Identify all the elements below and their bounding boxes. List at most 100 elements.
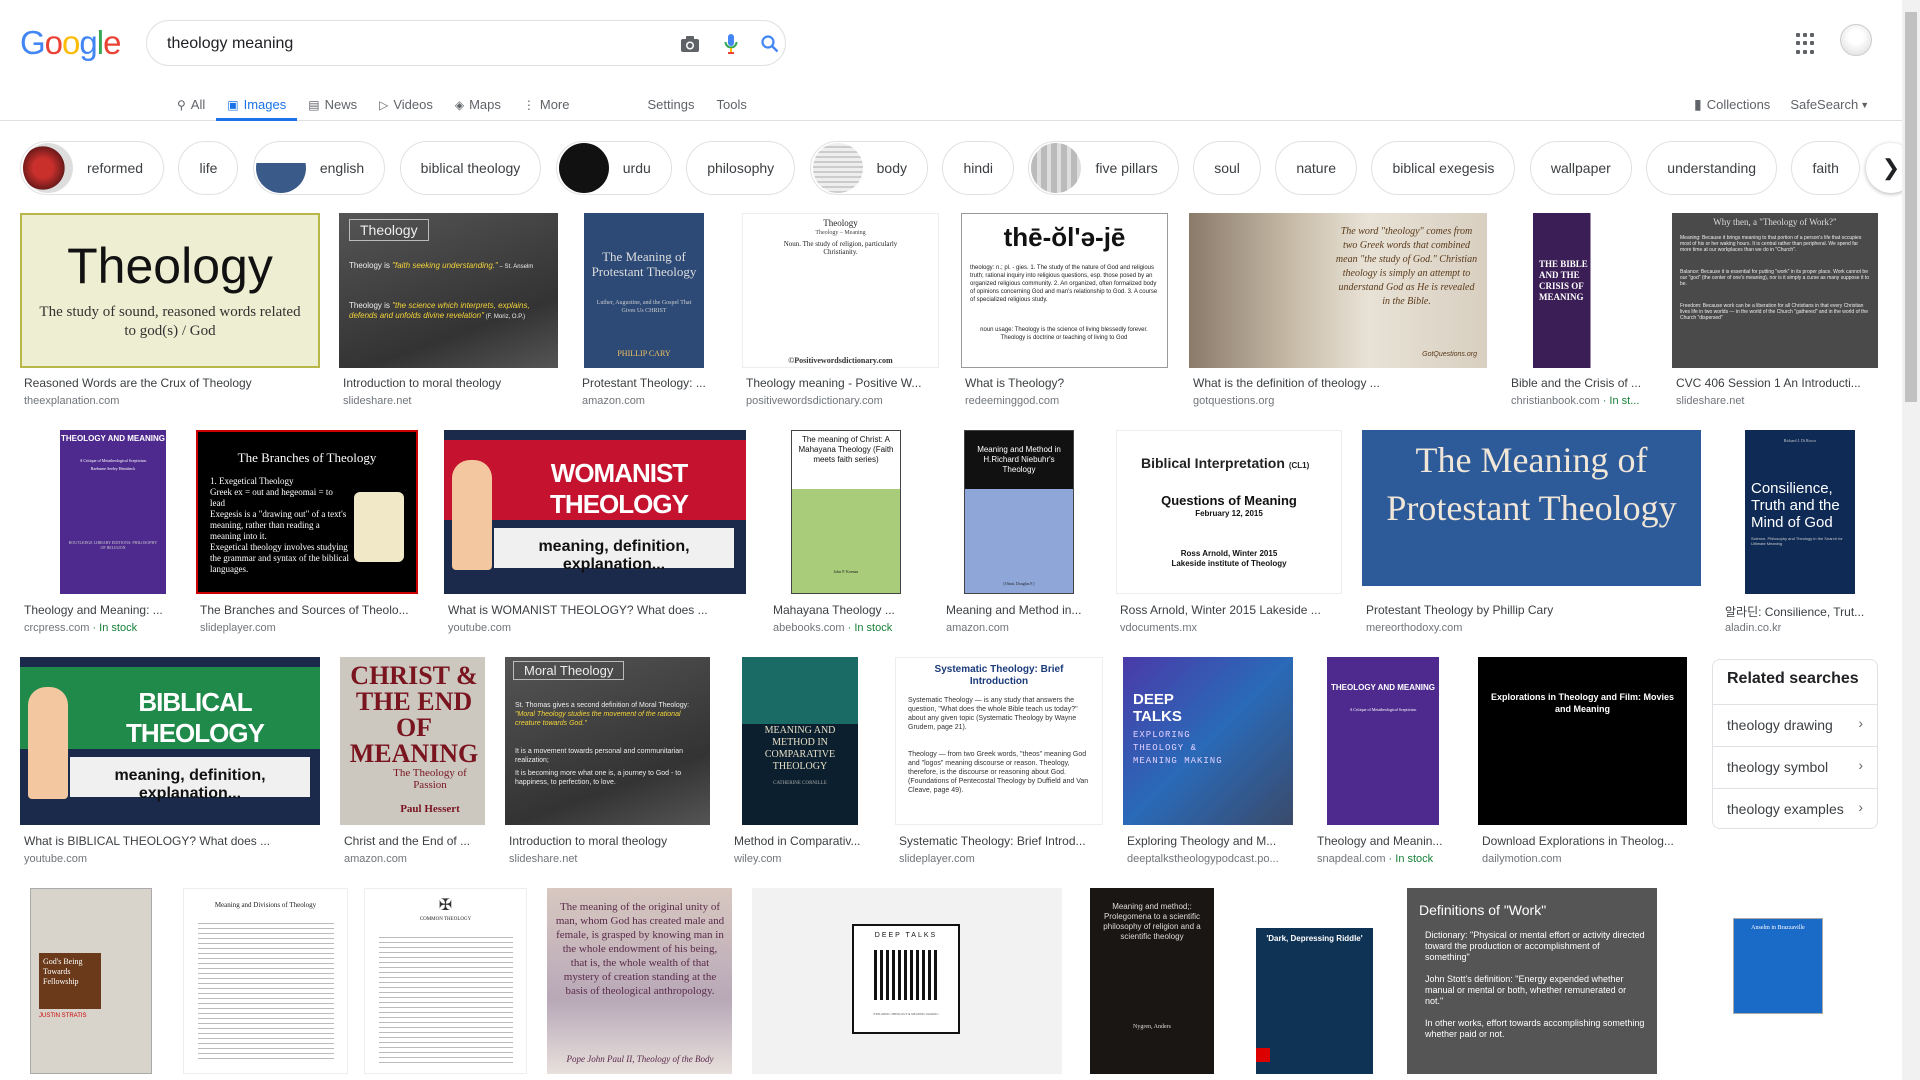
- image-result[interactable]: God's Being Towards Fellowship JUSTIN ST…: [20, 888, 163, 1074]
- chip-biblical-exegesis[interactable]: biblical exegesis: [1371, 141, 1516, 195]
- chip-faith[interactable]: faith: [1791, 141, 1860, 195]
- result-caption: Exploring Theology and M...: [1127, 834, 1277, 848]
- image-result[interactable]: The Branches of Theology 1. Exegetical T…: [196, 430, 418, 638]
- image-result[interactable]: Anselm in Brazzaville: [1677, 888, 1878, 1074]
- image-result[interactable]: THEOLOGY AND MEANING A Critique of Metat…: [20, 430, 177, 638]
- google-logo[interactable]: Google: [20, 24, 121, 62]
- image-result[interactable]: Theology The study of sound, reasoned wo…: [20, 213, 320, 413]
- chip-five-pillars[interactable]: five pillars: [1028, 141, 1179, 195]
- tab-all[interactable]: ⚲ All: [166, 88, 216, 121]
- result-source: crcpress.com · In stock: [24, 622, 177, 634]
- chip-life[interactable]: life: [178, 141, 239, 195]
- apps-grid-icon[interactable]: [1796, 33, 1818, 55]
- result-thumbnail: Theology The study of sound, reasoned wo…: [20, 213, 320, 368]
- image-result[interactable]: Meaning and Method in H.Richard Niebuhr'…: [942, 430, 1096, 638]
- tab-images[interactable]: ▣ Images: [216, 88, 298, 121]
- related-item[interactable]: theology examples ›: [1713, 788, 1877, 828]
- image-result[interactable]: ✠ COMMON THEOLOGY: [364, 888, 527, 1074]
- image-result[interactable]: The Meaning of Protestant Theology Prote…: [1362, 430, 1701, 638]
- image-result[interactable]: Why then, a "Theology of Work?" Meaning:…: [1672, 213, 1878, 413]
- scrollbar[interactable]: [1902, 0, 1920, 1080]
- chip-wallpaper[interactable]: wallpaper: [1529, 141, 1632, 195]
- result-caption: Meaning and Method in...: [946, 603, 1082, 617]
- image-result[interactable]: Systematic Theology: Brief Introduction …: [895, 657, 1103, 867]
- result-caption: What is Theology?: [965, 376, 1065, 390]
- tab-maps[interactable]: ◈ Maps: [444, 88, 512, 121]
- microphone-icon[interactable]: [719, 32, 743, 56]
- image-result[interactable]: thē-ŏl'ə-jē theology: n.; pl. - gies. 1.…: [961, 213, 1168, 413]
- result-source: amazon.com: [582, 395, 645, 407]
- tab-videos[interactable]: ▷ Videos: [368, 88, 444, 121]
- chip-reformed[interactable]: reformed: [20, 141, 165, 195]
- thumbnail-title: The meaning of Christ: A Mahayana Theolo…: [792, 431, 900, 489]
- chip-label: nature: [1296, 160, 1337, 176]
- search-input[interactable]: [167, 33, 637, 55]
- image-result[interactable]: Explorations in Theology and Film: Movie…: [1478, 657, 1687, 867]
- chip-philosophy[interactable]: philosophy: [686, 141, 796, 195]
- related-item[interactable]: theology drawing ›: [1713, 704, 1877, 744]
- scrollbar-thumb[interactable]: [1905, 12, 1917, 402]
- chip-thumbnail: [23, 143, 73, 193]
- image-result[interactable]: DEEP TALKS EXPLORING THEOLOGY & MEANING …: [752, 888, 1062, 1074]
- image-result[interactable]: BIBLICAL THEOLOGY meaning, definition, e…: [20, 657, 320, 867]
- chip-soul[interactable]: soul: [1193, 141, 1261, 195]
- result-source: slideplayer.com: [200, 622, 276, 634]
- tools-link[interactable]: Tools: [705, 88, 757, 121]
- news-icon: ▤: [308, 97, 320, 112]
- result-source: slideplayer.com: [899, 853, 975, 865]
- chip-understanding[interactable]: understanding: [1646, 141, 1778, 195]
- thumbnail-title: Meaning and Divisions of Theology: [214, 901, 317, 909]
- image-result[interactable]: MEANING AND METHOD IN COMPARATIVE THEOLO…: [730, 657, 865, 867]
- book-cover: 'Dark, Depressing Riddle': [1256, 888, 1373, 1074]
- result-caption: Ross Arnold, Winter 2015 Lakeside ...: [1120, 603, 1321, 617]
- image-result[interactable]: CHRIST & THE END OF MEANING The Theology…: [340, 657, 485, 867]
- tab-news[interactable]: ▤ News: [297, 88, 368, 121]
- collections-link[interactable]: ▮ Collections: [1684, 88, 1780, 121]
- image-result[interactable]: Moral Theology St. Thomas gives a second…: [505, 657, 710, 867]
- result-thumbnail: THEOLOGY AND MEANING A Critique of Metat…: [20, 430, 177, 594]
- image-result[interactable]: Theology Theology is "faith seeking unde…: [339, 213, 558, 413]
- safesearch-dropdown[interactable]: SafeSearch ▼: [1780, 88, 1879, 121]
- map-icon: ◈: [454, 97, 465, 112]
- image-result[interactable]: THEOLOGY AND MEANING A Critique of Metat…: [1313, 657, 1458, 867]
- chip-english[interactable]: english: [252, 141, 386, 195]
- chip-label: english: [319, 160, 365, 176]
- image-result[interactable]: The meaning of the original unity of man…: [547, 888, 732, 1074]
- result-source: gotquestions.org: [1193, 395, 1275, 407]
- image-result[interactable]: THE BIBLE AND THE CRISIS OF MEANING Bibl…: [1507, 213, 1653, 413]
- thumbnail-title: DEEP TALKS: [1133, 691, 1182, 725]
- image-result[interactable]: 'Dark, Depressing Riddle': [1242, 888, 1387, 1074]
- image-result[interactable]: The Meaning of Protestant Theology Luthe…: [578, 213, 722, 413]
- chip-urdu[interactable]: urdu: [555, 141, 672, 195]
- avatar[interactable]: [1840, 24, 1872, 56]
- result-source: amazon.com: [946, 622, 1009, 634]
- image-result[interactable]: The word "theology" comes from two Greek…: [1189, 213, 1487, 413]
- tab-more[interactable]: ⋮ More: [512, 88, 581, 121]
- result-thumbnail: WOMANIST THEOLOGY meaning, definition, e…: [444, 430, 746, 594]
- image-result[interactable]: Meaning and Divisions of Theology: [183, 888, 348, 1074]
- image-result[interactable]: DEEP TALKS EXPLORING THEOLOGY & MEANING …: [1123, 657, 1293, 867]
- image-result[interactable]: Biblical Interpretation (CL1) Questions …: [1116, 430, 1342, 638]
- thumbnail-title: DEEP TALKS: [874, 932, 938, 939]
- result-caption: Systematic Theology: Brief Introd...: [899, 834, 1086, 848]
- camera-icon[interactable]: [678, 32, 702, 56]
- chip-nature[interactable]: nature: [1275, 141, 1358, 195]
- thumbnail-bullet: In other works, effort towards accomplis…: [1425, 1018, 1645, 1039]
- related-item[interactable]: theology symbol ›: [1713, 746, 1877, 786]
- search-icon[interactable]: [758, 32, 782, 56]
- chip-hindi[interactable]: hindi: [942, 141, 1015, 195]
- image-result[interactable]: Richard J. Di Rocco Consilience, Truth a…: [1721, 430, 1878, 638]
- tab-label: Videos: [393, 97, 433, 112]
- thumbnail-bullet: Dictionary: "Physical or mental effort o…: [1425, 930, 1645, 962]
- more-vert-icon: ⋮: [522, 97, 535, 112]
- chip-body[interactable]: body: [809, 141, 928, 195]
- image-result[interactable]: Definitions of "Work" Dictionary: "Physi…: [1407, 888, 1657, 1074]
- image-result[interactable]: Theology Theology – Meaning Noun. The st…: [742, 213, 939, 413]
- thumbnail-author: Nygren, Anders: [1133, 1024, 1171, 1030]
- result-caption: Bible and the Crisis of ...: [1511, 376, 1642, 390]
- image-result[interactable]: Meaning and method;: Prolegomena to a sc…: [1082, 888, 1222, 1074]
- image-result[interactable]: The meaning of Christ: A Mahayana Theolo…: [769, 430, 922, 638]
- chip-biblical-theology[interactable]: biblical theology: [399, 141, 542, 195]
- image-result[interactable]: WOMANIST THEOLOGY meaning, definition, e…: [444, 430, 746, 638]
- settings-link[interactable]: Settings: [637, 88, 706, 121]
